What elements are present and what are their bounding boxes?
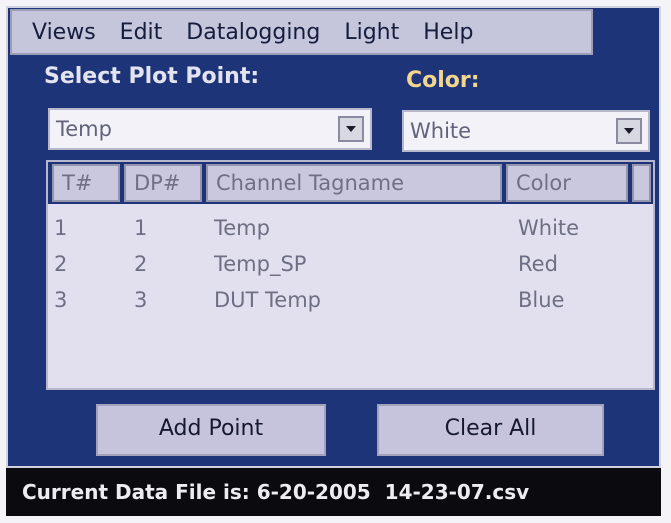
cell-dp-number: 1 <box>134 216 148 240</box>
header-channel-tagname[interactable]: Channel Tagname <box>206 164 502 202</box>
cell-color: Blue <box>518 288 565 312</box>
menu-views[interactable]: Views <box>12 20 108 45</box>
plot-point-value: Temp <box>56 117 112 141</box>
cell-t-number: 3 <box>54 288 68 312</box>
menu-help[interactable]: Help <box>411 20 485 45</box>
cell-t-number: 1 <box>54 216 68 240</box>
table-row[interactable]: 3 3 DUT Temp Blue <box>48 282 653 318</box>
header-color[interactable]: Color <box>506 164 628 202</box>
table-row[interactable]: 2 2 Temp_SP Red <box>48 246 653 282</box>
status-bar: Current Data File is: 6-20-2005 14-23-07… <box>6 468 661 516</box>
color-label: Color: <box>406 68 480 93</box>
plot-points-table: T# DP# Channel Tagname Color 1 1 Temp Wh… <box>46 160 655 390</box>
select-plot-point-label: Select Plot Point: <box>44 64 260 89</box>
color-dropdown[interactable]: White <box>402 110 650 152</box>
add-point-button[interactable]: Add Point <box>96 404 326 456</box>
current-data-file-text: Current Data File is: 6-20-2005 14-23-07… <box>22 480 530 504</box>
cell-tagname: Temp <box>214 216 270 240</box>
menu-bar: Views Edit Datalogging Light Help <box>10 9 593 55</box>
menu-edit[interactable]: Edit <box>108 20 175 45</box>
table-row[interactable]: 1 1 Temp White <box>48 210 653 246</box>
cell-dp-number: 3 <box>134 288 148 312</box>
cell-color: Red <box>518 252 558 276</box>
cell-tagname: Temp_SP <box>214 252 307 276</box>
dropdown-arrow-icon[interactable] <box>616 118 642 144</box>
cell-t-number: 2 <box>54 252 68 276</box>
header-dp-number[interactable]: DP# <box>124 164 202 202</box>
screen: Views Edit Datalogging Light Help Select… <box>0 0 671 523</box>
header-spacer <box>632 164 651 202</box>
cell-tagname: DUT Temp <box>214 288 322 312</box>
dropdown-arrow-icon[interactable] <box>338 116 364 142</box>
table-header: T# DP# Channel Tagname Color <box>48 162 653 204</box>
clear-all-button[interactable]: Clear All <box>377 404 604 456</box>
color-value: White <box>410 119 472 143</box>
header-t-number[interactable]: T# <box>52 164 120 202</box>
cell-color: White <box>518 216 580 240</box>
menu-light[interactable]: Light <box>332 20 411 45</box>
plot-point-dropdown[interactable]: Temp <box>48 108 372 150</box>
menu-datalogging[interactable]: Datalogging <box>174 20 332 45</box>
cell-dp-number: 2 <box>134 252 148 276</box>
